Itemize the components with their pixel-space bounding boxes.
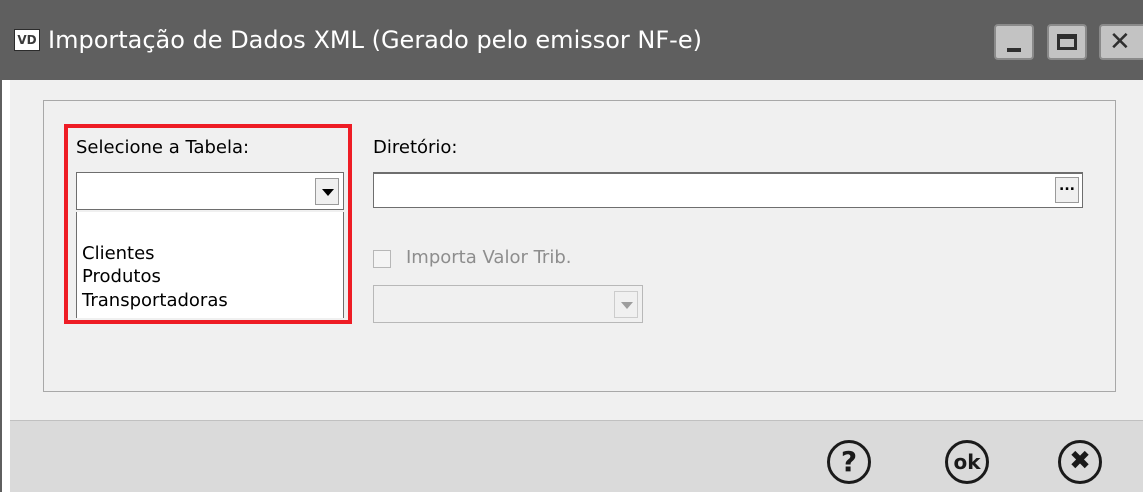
secondary-dropdown[interactable] bbox=[373, 285, 643, 323]
directory-input[interactable]: ... bbox=[373, 172, 1083, 208]
dropdown-arrow-button[interactable] bbox=[315, 178, 339, 205]
close-icon: ✕ bbox=[1109, 27, 1131, 57]
browse-directory-button[interactable]: ... bbox=[1055, 177, 1079, 203]
option-produtos[interactable]: Produtos bbox=[82, 266, 161, 288]
chevron-down-icon bbox=[621, 302, 633, 309]
window-title: Importação de Dados XML (Gerado pelo emi… bbox=[48, 26, 702, 54]
table-select-dropdown[interactable] bbox=[76, 172, 344, 210]
help-button[interactable]: ? bbox=[827, 440, 871, 484]
table-select-label: Selecione a Tabela: bbox=[76, 137, 250, 158]
minimize-icon bbox=[1007, 48, 1021, 52]
chevron-down-icon bbox=[322, 189, 334, 196]
table-options-list[interactable]: Clientes Produtos Transportadoras bbox=[76, 212, 344, 318]
import-valor-trib-label: Importa Valor Trib. bbox=[406, 247, 572, 268]
option-transportadoras[interactable]: Transportadoras bbox=[82, 290, 228, 312]
cancel-button[interactable]: ✖ bbox=[1058, 440, 1102, 484]
window-left-border bbox=[0, 80, 10, 492]
title-bar: VD Importação de Dados XML (Gerado pelo … bbox=[0, 0, 1143, 80]
import-xml-dialog: VD Importação de Dados XML (Gerado pelo … bbox=[0, 0, 1143, 492]
app-icon: VD bbox=[14, 29, 40, 51]
ok-button[interactable]: ok bbox=[945, 440, 989, 484]
directory-label: Diretório: bbox=[373, 137, 458, 158]
close-button[interactable]: ✕ bbox=[1099, 24, 1143, 60]
import-valor-trib-checkbox[interactable] bbox=[373, 250, 391, 268]
option-clientes[interactable]: Clientes bbox=[82, 243, 155, 265]
secondary-dropdown-arrow[interactable] bbox=[614, 291, 638, 318]
maximize-icon bbox=[1057, 34, 1077, 50]
maximize-button[interactable] bbox=[1047, 24, 1087, 60]
minimize-button[interactable] bbox=[994, 24, 1034, 60]
